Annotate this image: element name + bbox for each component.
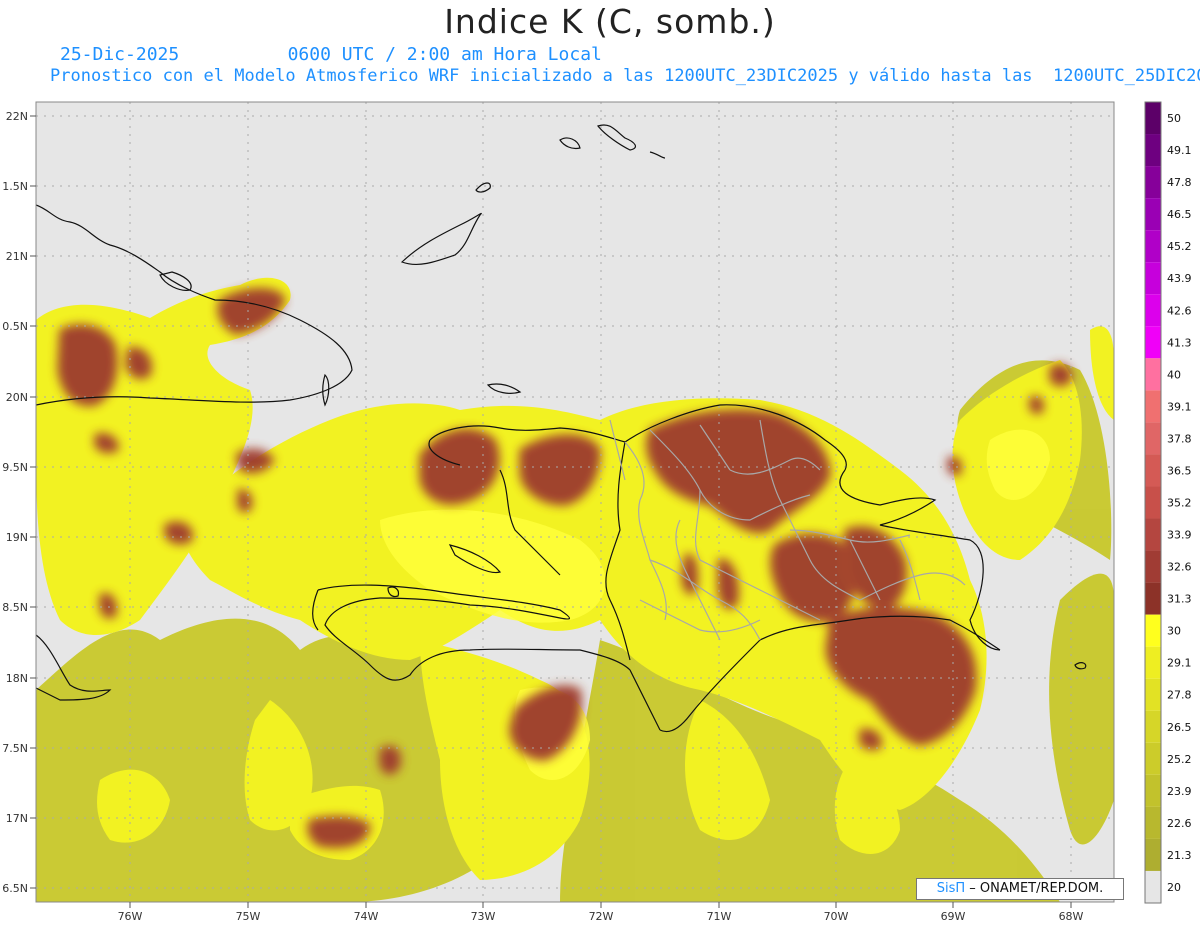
model-info-line: Pronostico con el Modelo Atmosferico WRF… xyxy=(50,66,1200,86)
lon-labels: 76W 75W 74W 73W 72W 71W 70W 69W 68W xyxy=(118,910,1084,923)
credit-text: – ONAMET/REP.DOM. xyxy=(965,881,1104,896)
lat-label: 0.5N xyxy=(2,320,28,333)
colorbar-swatch xyxy=(1145,422,1161,455)
lon-label: 71W xyxy=(707,910,732,923)
colorbar-label: 27.8 xyxy=(1167,689,1192,702)
lat-label: 17N xyxy=(6,812,28,825)
colorbar-swatch xyxy=(1145,390,1161,423)
colorbar-swatch xyxy=(1145,582,1161,615)
colorbar-label: 22.6 xyxy=(1167,817,1192,830)
credit-box: SisΠ – ONAMET/REP.DOM. xyxy=(916,878,1124,900)
colorbar-swatch xyxy=(1145,550,1161,583)
lat-label: 1.5N xyxy=(2,180,28,193)
colorbar-swatch xyxy=(1145,134,1161,167)
colorbar-label: 25.2 xyxy=(1167,753,1192,766)
colorbar-swatch xyxy=(1145,326,1161,359)
colorbar-swatch xyxy=(1145,838,1161,871)
lat-label: 9.5N xyxy=(2,461,28,474)
lon-label: 70W xyxy=(824,910,849,923)
lat-label: 22N xyxy=(6,110,28,123)
valid-date: 25-Dic-2025 xyxy=(60,44,180,65)
colorbar-swatch xyxy=(1145,294,1161,327)
colorbar-swatch xyxy=(1145,486,1161,519)
colorbar-label: 29.1 xyxy=(1167,657,1192,670)
lon-label: 74W xyxy=(354,910,379,923)
colorbar-label: 47.8 xyxy=(1167,176,1192,189)
valid-time: 0600 UTC / 2:00 am Hora Local xyxy=(287,44,602,65)
colorbar-label: 35.2 xyxy=(1167,497,1192,510)
lat-label: 21N xyxy=(6,250,28,263)
colorbar-label: 41.3 xyxy=(1167,336,1192,349)
lat-label: 20N xyxy=(6,391,28,404)
lat-label: 18N xyxy=(6,672,28,685)
lat-labels: 22N 1.5N 21N 0.5N 20N 9.5N 19N 8.5N 18N … xyxy=(2,110,28,895)
lon-label: 69W xyxy=(941,910,966,923)
colorbar-swatch xyxy=(1145,646,1161,679)
colorbar-swatch xyxy=(1145,262,1161,295)
colorbar-swatch xyxy=(1145,806,1161,839)
lon-label: 75W xyxy=(236,910,261,923)
colorbar-label: 23.9 xyxy=(1167,785,1192,798)
colorbar-label: 40 xyxy=(1167,368,1181,381)
colorbar-label: 32.6 xyxy=(1167,561,1192,574)
sispi-logo: SisΠ xyxy=(936,881,966,896)
colorbar-swatch xyxy=(1145,358,1161,391)
colorbar-label: 21.3 xyxy=(1167,849,1192,862)
colorbar-label: 45.2 xyxy=(1167,240,1192,253)
colorbar: 50 49.1 47.8 46.5 45.2 43.9 42.6 41.3 40 39.1 37.8… xyxy=(1144,101,1192,904)
map-title: Indice K (C, somb.) xyxy=(444,2,776,41)
colorbar-label: 30 xyxy=(1167,625,1181,638)
colorbar-label: 31.3 xyxy=(1167,593,1192,606)
colorbar-label: 42.6 xyxy=(1167,304,1192,317)
colorbar-swatch xyxy=(1145,710,1161,743)
colorbar-label: 46.5 xyxy=(1167,208,1192,221)
lat-label: 7.5N xyxy=(2,742,28,755)
colorbar-swatch xyxy=(1145,870,1161,903)
colorbar-label: 36.5 xyxy=(1167,464,1192,477)
lat-label: 6.5N xyxy=(2,882,28,895)
valid-date-line: 25-Dic-2025 0600 UTC / 2:00 am Hora Loca… xyxy=(60,44,602,65)
colorbar-label: 37.8 xyxy=(1167,432,1192,445)
lat-label: 19N xyxy=(6,531,28,544)
colorbar-swatch xyxy=(1145,678,1161,711)
colorbar-label: 26.5 xyxy=(1167,721,1192,734)
lat-label: 8.5N xyxy=(2,601,28,614)
colorbar-swatch xyxy=(1145,198,1161,231)
colorbar-label: 20 xyxy=(1167,881,1181,894)
colorbar-swatch xyxy=(1145,166,1161,199)
colorbar-swatch xyxy=(1145,774,1161,807)
colorbar-swatch xyxy=(1145,102,1161,135)
lon-label: 76W xyxy=(118,910,143,923)
colorbar-swatch xyxy=(1145,518,1161,551)
colorbar-label: 50 xyxy=(1167,112,1181,125)
colorbar-label: 43.9 xyxy=(1167,272,1192,285)
colorbar-label: 33.9 xyxy=(1167,529,1192,542)
forecast-map: 22N 1.5N 21N 0.5N 20N 9.5N 19N 8.5N 18N … xyxy=(2,101,1192,923)
colorbar-label: 39.1 xyxy=(1167,400,1192,413)
colorbar-swatch xyxy=(1145,230,1161,263)
colorbar-label: 49.1 xyxy=(1167,144,1192,157)
colorbar-swatch xyxy=(1145,614,1161,647)
colorbar-swatch xyxy=(1145,742,1161,775)
lon-label: 68W xyxy=(1059,910,1084,923)
colorbar-swatch xyxy=(1145,454,1161,487)
lon-label: 72W xyxy=(589,910,614,923)
lon-label: 73W xyxy=(471,910,496,923)
